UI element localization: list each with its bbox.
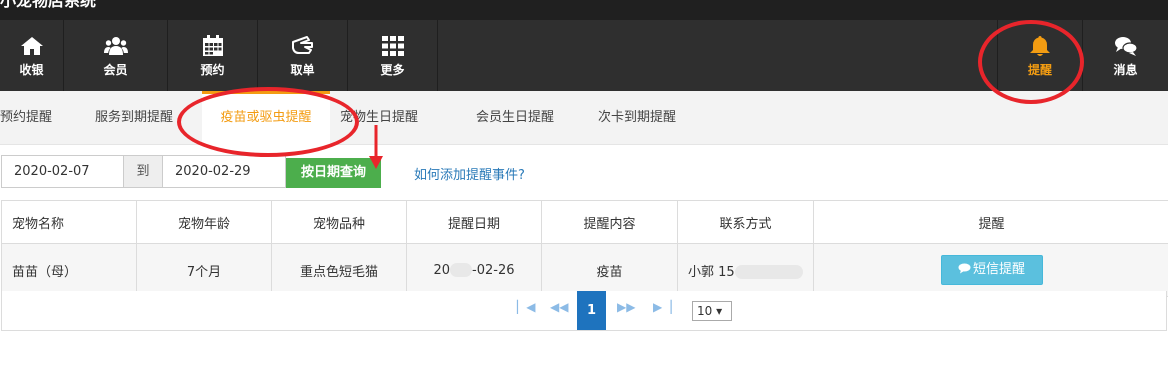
table-row: 苗苗（母） 7个月 重点色短毛猫 20 -02-26 疫苗 小郭 15 短信提醒 (1, 243, 1168, 297)
annotation-arrow-icon (369, 125, 383, 169)
sms-button-label: 短信提醒 (972, 262, 1025, 277)
tab-booking-reminder[interactable]: 预约提醒 (0, 91, 52, 145)
redacted-blur (734, 265, 803, 279)
redacted-blur (450, 263, 473, 277)
nav-label: 取单 (290, 63, 315, 77)
date-prefix: 20 (433, 262, 451, 278)
sms-reminder-button[interactable]: 短信提醒 (940, 255, 1043, 285)
reminder-table: 宠物名称 宠物年龄 宠物品种 提醒日期 提醒内容 联系方式 提醒 苗苗（母） 7… (1, 200, 1168, 297)
nav-label: 消息 (1113, 63, 1138, 77)
pet-age-cell: 7个月 (136, 243, 272, 297)
nav-item-pickup[interactable]: 取单 (258, 20, 348, 91)
home-icon (20, 37, 43, 55)
tab-card-expiry-reminder[interactable]: 次卡到期提醒 (598, 91, 676, 145)
comment-icon (958, 263, 971, 274)
column-header: 宠物品种 (271, 200, 407, 244)
current-page[interactable]: 1 (577, 291, 606, 330)
column-header: 联系方式 (677, 200, 814, 244)
column-header: 提醒日期 (406, 200, 542, 244)
nav-item-members[interactable]: 会员 (64, 20, 168, 91)
column-header: 宠物年龄 (136, 200, 272, 244)
prev-page-icon[interactable]: ◀◀ (550, 300, 568, 314)
chat-icon (1114, 37, 1138, 56)
table-header-row: 宠物名称 宠物年龄 宠物品种 提醒日期 提醒内容 联系方式 提醒 (1, 200, 1168, 244)
end-date-input[interactable]: 2020-02-29 (162, 155, 286, 188)
last-page-icon[interactable]: ▶▕ (653, 300, 671, 314)
date-suffix: -02-26 (472, 262, 515, 278)
nav-item-more[interactable]: 更多 (348, 20, 438, 91)
reminder-subtabs: 预约提醒 服务到期提醒 疫苗或驱虫提醒 宠物生日提醒 会员生日提醒 次卡到期提醒 (0, 91, 1168, 145)
hand-icon (291, 36, 313, 54)
query-by-date-button[interactable]: 按日期查询 (286, 158, 381, 188)
users-icon (103, 37, 128, 55)
help-add-reminder-link[interactable]: 如何添加提醒事件? (414, 164, 525, 183)
date-range-separator: 到 (123, 155, 163, 188)
pet-name-cell: 苗苗（母） (1, 243, 137, 297)
start-date-input[interactable]: 2020-02-07 (1, 155, 124, 188)
reminder-action-cell: 短信提醒 (813, 243, 1168, 297)
column-header: 提醒 (813, 200, 1168, 244)
nav-item-cashier[interactable]: 收银 (0, 20, 64, 91)
nav-label: 收银 (19, 63, 44, 77)
nav-label: 预约 (200, 63, 225, 77)
reminder-content-cell: 疫苗 (541, 243, 678, 297)
nav-label: 更多 (380, 63, 405, 77)
pet-breed-cell: 重点色短毛猫 (271, 243, 407, 297)
grid-icon (381, 36, 404, 56)
pagination: ▏◀ ◀◀ 1 ▶▶ ▶▕ 10 ▾ (1, 291, 1167, 331)
annotation-circle-reminder (978, 20, 1084, 104)
title-bar: 小宠物店系统 (0, 0, 1168, 20)
annotation-circle-vaccine-tab (177, 87, 359, 157)
first-page-icon[interactable]: ▏◀ (517, 300, 535, 314)
tab-member-birthday-reminder[interactable]: 会员生日提醒 (476, 91, 554, 145)
page-size-select[interactable]: 10 ▾ (692, 301, 732, 321)
tab-service-expiry-reminder[interactable]: 服务到期提醒 (95, 91, 173, 145)
reminder-date-cell: 20 -02-26 (406, 243, 542, 297)
column-header: 宠物名称 (1, 200, 137, 244)
app-title: 小宠物店系统 (0, 0, 97, 10)
calendar-icon (202, 35, 223, 56)
nav-item-messages[interactable]: 消息 (1083, 20, 1168, 91)
nav-item-booking[interactable]: 预约 (168, 20, 258, 91)
next-page-icon[interactable]: ▶▶ (617, 300, 635, 314)
nav-label: 会员 (103, 63, 128, 77)
column-header: 提醒内容 (541, 200, 678, 244)
contact-text: 小郭 15 (688, 264, 735, 280)
contact-cell: 小郭 15 (677, 243, 814, 297)
